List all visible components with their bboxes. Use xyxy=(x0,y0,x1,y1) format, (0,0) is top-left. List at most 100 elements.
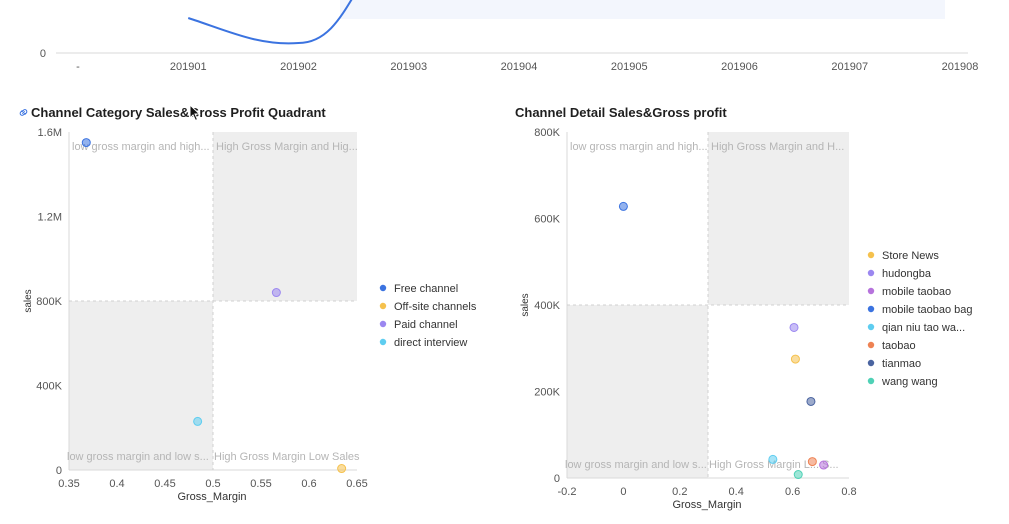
quadrant-bottom-left xyxy=(567,305,708,478)
legend-label: Free channel xyxy=(394,283,458,295)
quadrant-bottom-right xyxy=(213,301,357,470)
quadrant-label-bottom-left: low gross margin and low s... xyxy=(565,459,707,471)
legend-label: Store News xyxy=(882,250,939,262)
y-axis-label: sales xyxy=(23,289,34,312)
quadrant-label-top-left: low gross margin and high... xyxy=(570,141,708,153)
legend-label: mobile taobao bag xyxy=(882,304,973,316)
x-tick-label: 201906 xyxy=(721,61,758,73)
data-point xyxy=(793,470,803,480)
legend-label: direct interview xyxy=(394,337,467,349)
quadrant-top-left xyxy=(69,132,213,301)
data-point xyxy=(768,454,778,464)
mouse-cursor-icon xyxy=(189,104,201,122)
y-tick-label: 0 xyxy=(554,473,560,485)
quadrant-top-left xyxy=(567,132,708,305)
quadrant-bottom-right xyxy=(708,305,849,478)
data-point xyxy=(790,354,800,364)
x-tick-labels: - 201901 201902 201903 201904 201905 201906 201… xyxy=(76,61,978,73)
data-point xyxy=(807,457,817,467)
quadrant-bottom-left xyxy=(69,301,213,470)
x-tick-label: 0.4 xyxy=(109,478,124,490)
legend-label: tianmao xyxy=(882,358,921,370)
x-tick-label: 0.35 xyxy=(58,478,79,490)
x-tick-labels: -0.2 0 0.2 0.4 0.6 0.8 xyxy=(558,486,857,498)
y-tick-label: 400K xyxy=(36,381,62,393)
category-quadrant-chart: low gross margin and high... High Gross M… xyxy=(23,127,477,503)
quadrant-chart-title-text: Channel Category Sales&Gross Profit Quad… xyxy=(31,105,326,120)
legend-label: Paid channel xyxy=(394,319,458,331)
x-tick-labels: 0.35 0.4 0.45 0.5 0.55 0.6 0.65 xyxy=(58,478,367,490)
quadrant-chart-title: Channel Category Sales&Gross Profit Quad… xyxy=(18,105,326,120)
data-point xyxy=(271,288,281,298)
x-tick-label: 201907 xyxy=(831,61,868,73)
quadrant-top-right xyxy=(708,132,849,305)
quadrant-label-top-right: High Gross Margin and H... xyxy=(711,141,844,153)
data-point xyxy=(618,201,628,211)
detail-chart-title: Channel Detail Sales&Gross profit xyxy=(515,105,727,120)
y-tick-label: 1.2M xyxy=(38,212,62,224)
legend-marker xyxy=(867,251,875,259)
quadrant-label-bottom-left: low gross margin and low s... xyxy=(67,451,209,463)
y-tick-label: 800K xyxy=(534,127,560,139)
legend-marker xyxy=(867,287,875,295)
legend-label: Off-site channels xyxy=(394,301,477,313)
legend-marker xyxy=(867,341,875,349)
x-tick-label: 201904 xyxy=(501,61,538,73)
x-tick-label: 0.8 xyxy=(841,486,856,498)
x-tick-label: 201903 xyxy=(390,61,427,73)
quadrant-top-right xyxy=(213,132,357,301)
y-tick-labels: 0 400K 800K 1.2M 1.6M xyxy=(36,127,62,477)
x-tick-label: 0.4 xyxy=(729,486,744,498)
data-point xyxy=(806,396,816,406)
x-tick-label: 0.65 xyxy=(346,478,367,490)
y-tick-label: 600K xyxy=(534,214,560,226)
x-tick-label: 0.45 xyxy=(154,478,175,490)
x-tick-label: 0.2 xyxy=(672,486,687,498)
x-tick-label: 201902 xyxy=(280,61,317,73)
data-point xyxy=(193,416,203,426)
legend-label: mobile taobao xyxy=(882,286,951,298)
quadrant-label-top-left: low gross margin and high... xyxy=(72,141,210,153)
x-tick-label: - xyxy=(76,61,80,73)
sales-trend-line-chart: 0 - 201901 201902 201903 201904 201905 201906 2… xyxy=(40,0,978,73)
x-tick-label: 0.55 xyxy=(250,478,271,490)
y-axis-label: sales xyxy=(520,293,531,316)
x-axis-label: Gross_Margin xyxy=(177,491,246,503)
legend-marker xyxy=(379,302,387,310)
legend: Store News hudongba mobile taobao mobile ta… xyxy=(867,250,973,388)
data-point xyxy=(81,138,91,148)
series-line xyxy=(187,0,353,45)
quadrant-label-top-right: High Gross Margin and Hig... xyxy=(216,141,358,153)
x-tick-label: 0.6 xyxy=(301,478,316,490)
legend-marker xyxy=(379,338,387,346)
dashboard-canvas: 0 - 201901 201902 201903 201904 201905 201906 2… xyxy=(23,0,978,511)
legend-marker xyxy=(867,359,875,367)
legend-label: qian niu tao wa... xyxy=(882,322,965,334)
quadrant-label-bottom-right: High Gross Margin Low Sales xyxy=(214,451,360,463)
y-tick-label: 200K xyxy=(534,387,560,399)
legend-marker xyxy=(867,269,875,277)
x-axis-label: Gross_Margin xyxy=(672,499,741,511)
link-icon[interactable] xyxy=(18,107,29,118)
x-tick-label: -0.2 xyxy=(558,486,577,498)
x-tick-label: 201901 xyxy=(170,61,207,73)
detail-chart-title-text: Channel Detail Sales&Gross profit xyxy=(515,105,727,120)
area-highlight-band xyxy=(340,0,945,19)
y-tick-label: 0 xyxy=(56,465,62,477)
legend-marker xyxy=(867,323,875,331)
y-tick-labels: 0 200K 400K 600K 800K xyxy=(534,127,560,485)
data-point xyxy=(819,460,829,470)
channel-detail-chart: low gross margin and high... High Gross M… xyxy=(520,127,973,511)
legend-label: wang wang xyxy=(881,376,938,388)
x-tick-label: 0 xyxy=(620,486,626,498)
y-tick-label: 0 xyxy=(40,48,46,60)
legend: Free channel Off-site channels Paid channe… xyxy=(379,283,477,349)
data-point xyxy=(789,322,799,332)
legend-label: hudongba xyxy=(882,268,932,280)
legend-marker xyxy=(379,320,387,328)
y-tick-label: 400K xyxy=(534,300,560,312)
legend-label: taobao xyxy=(882,340,916,352)
data-point xyxy=(337,464,347,474)
x-tick-label: 201908 xyxy=(942,61,979,73)
legend-marker xyxy=(867,377,875,385)
